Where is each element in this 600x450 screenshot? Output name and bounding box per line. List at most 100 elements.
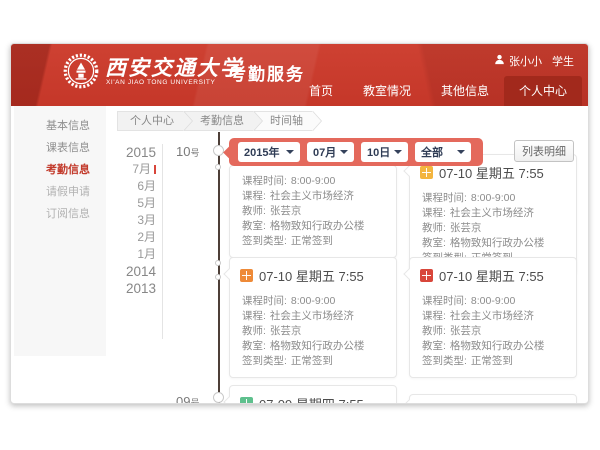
field-label: 教室: <box>242 220 266 232</box>
breadcrumb-attendance-info[interactable]: 考勤信息 <box>184 111 254 131</box>
field-label: 签到类型: <box>242 355 287 367</box>
nav-classroom-status[interactable]: 教室情况 <box>348 76 426 106</box>
field-label: 教室: <box>422 237 446 249</box>
period-february[interactable]: 2月 <box>108 229 156 246</box>
year-select-value: 2015年 <box>244 144 279 160</box>
period-2015[interactable]: 2015 <box>108 144 156 161</box>
sidebar-item-attendance-info[interactable]: 考勤信息 <box>14 159 106 181</box>
period-june[interactable]: 6月 <box>108 178 156 195</box>
app-header: 西安交通大学 XI'AN JIAO TONG UNIVERSITY 考勤服务 张… <box>11 44 588 106</box>
field-value: 张芸京 <box>450 222 482 234</box>
sidebar-item-subscription-info[interactable]: 订阅信息 <box>14 203 106 225</box>
field-value: 格物致知行政办公楼 <box>450 340 545 352</box>
day-marker-09: 09号 <box>176 393 199 404</box>
card-tail <box>403 399 414 404</box>
attendance-card-partial <box>409 394 577 404</box>
field-value: 格物致知行政办公楼 <box>270 220 365 232</box>
breadcrumb-personal-center[interactable]: 个人中心 <box>117 111 184 131</box>
chevron-down-icon <box>286 150 294 154</box>
period-march[interactable]: 3月 <box>108 212 156 229</box>
field-label: 课程时间: <box>242 175 287 187</box>
field-value: 社会主义市场经济 <box>270 190 354 202</box>
field-value: 8:00-9:00 <box>471 192 515 204</box>
attendance-card: 07-10 星期五 7:55 课程时间: 8:00-9:00 课程: 社会主义市场经… <box>229 257 397 378</box>
breadcrumb: 个人中心 考勤信息 时间轴 <box>117 111 313 131</box>
field-value: 社会主义市场经济 <box>450 310 534 322</box>
month-select[interactable]: 07月 <box>307 142 354 162</box>
field-value: 正常签到 <box>291 355 333 367</box>
main-nav: 首页 教室情况 其他信息 个人中心 <box>294 76 582 106</box>
field-value: 格物致知行政办公楼 <box>450 237 545 249</box>
card-date: 07-09 星期四 7:55 <box>259 394 364 404</box>
attendance-card: 07-10 星期五 7:55 课程时间: 8:00-9:00 课程: 社会主义市场经… <box>409 257 577 378</box>
field-label: 教师: <box>422 222 446 234</box>
month-select-value: 07月 <box>313 144 336 160</box>
list-detail-button[interactable]: 列表明细 <box>514 140 574 162</box>
nav-personal-center[interactable]: 个人中心 <box>504 76 582 106</box>
sidebar: 基本信息 课表信息 考勤信息 请假申请 订阅信息 <box>14 106 106 356</box>
user-icon <box>494 54 505 68</box>
timeline-node <box>213 145 224 156</box>
nav-home[interactable]: 首页 <box>294 76 348 106</box>
field-label: 教室: <box>242 340 266 352</box>
field-label: 签到类型: <box>422 355 467 367</box>
period-2013[interactable]: 2013 <box>108 280 156 297</box>
period-2014[interactable]: 2014 <box>108 263 156 280</box>
calendar-icon <box>240 397 253 404</box>
period-july[interactable]: 7月 <box>108 161 156 178</box>
calendar-icon <box>420 269 433 282</box>
university-name-cn: 西安交通大学 <box>105 52 243 82</box>
card-date: 07-10 星期五 7:55 <box>259 266 364 285</box>
card-date: 07-10 星期五 7:55 <box>439 266 544 285</box>
attendance-card: 课程时间:8:00-9:00 课程:社会主义市场经济 教师:张芸京 教室:格物致… <box>229 165 397 258</box>
field-value: 张芸京 <box>270 205 302 217</box>
timeline-node <box>215 260 221 266</box>
period-may[interactable]: 5月 <box>108 195 156 212</box>
field-label: 签到类型: <box>242 235 287 247</box>
sidebar-item-timetable-info[interactable]: 课表信息 <box>14 137 106 159</box>
field-value: 8:00-9:00 <box>471 295 515 307</box>
field-label: 课程: <box>242 190 266 202</box>
period-january[interactable]: 1月 <box>108 246 156 263</box>
field-value: 社会主义市场经济 <box>270 310 354 322</box>
year-select[interactable]: 2015年 <box>238 142 300 162</box>
field-label: 教师: <box>422 325 446 337</box>
attendance-card: 07-09 星期四 7:55 <box>229 385 397 404</box>
field-label: 课程时间: <box>422 295 467 307</box>
university-logo-icon <box>63 53 99 89</box>
user-name: 张小小 <box>509 53 542 69</box>
chevron-down-icon <box>340 150 348 154</box>
field-value: 8:00-9:00 <box>291 295 335 307</box>
field-value: 张芸京 <box>270 325 302 337</box>
calendar-icon <box>240 269 253 282</box>
user-info[interactable]: 张小小 学生 <box>494 53 574 69</box>
field-value: 8:00-9:00 <box>291 175 335 187</box>
timeline-node <box>215 274 221 280</box>
field-value: 社会主义市场经济 <box>450 207 534 219</box>
filter-bar-tail <box>223 146 236 159</box>
field-label: 课程时间: <box>242 295 287 307</box>
day-marker-10: 10号 <box>176 143 199 161</box>
field-label: 课程时间: <box>422 192 467 204</box>
field-value: 张芸京 <box>450 325 482 337</box>
field-value: 格物致知行政办公楼 <box>270 340 365 352</box>
field-value: 正常签到 <box>471 355 513 367</box>
nav-other-info[interactable]: 其他信息 <box>426 76 504 106</box>
field-label: 课程: <box>422 207 446 219</box>
calendar-icon <box>420 166 433 179</box>
chevron-down-icon <box>457 150 465 154</box>
field-label: 课程: <box>422 310 446 322</box>
period-divider <box>162 144 163 339</box>
sidebar-item-basic-info[interactable]: 基本信息 <box>14 115 106 137</box>
sidebar-item-leave-request[interactable]: 请假申请 <box>14 181 106 203</box>
type-select[interactable]: 全部 <box>415 142 471 162</box>
university-name-en: XI'AN JIAO TONG UNIVERSITY <box>106 79 215 86</box>
day-select[interactable]: 10日 <box>361 142 408 162</box>
filter-bar: 2015年 07月 10日 全部 <box>229 138 483 166</box>
chevron-down-icon <box>394 150 402 154</box>
field-label: 教师: <box>242 325 266 337</box>
field-label: 课程: <box>242 310 266 322</box>
user-role: 学生 <box>552 53 574 69</box>
type-select-value: 全部 <box>421 144 443 160</box>
app-window: 西安交通大学 XI'AN JIAO TONG UNIVERSITY 考勤服务 张… <box>10 43 589 404</box>
